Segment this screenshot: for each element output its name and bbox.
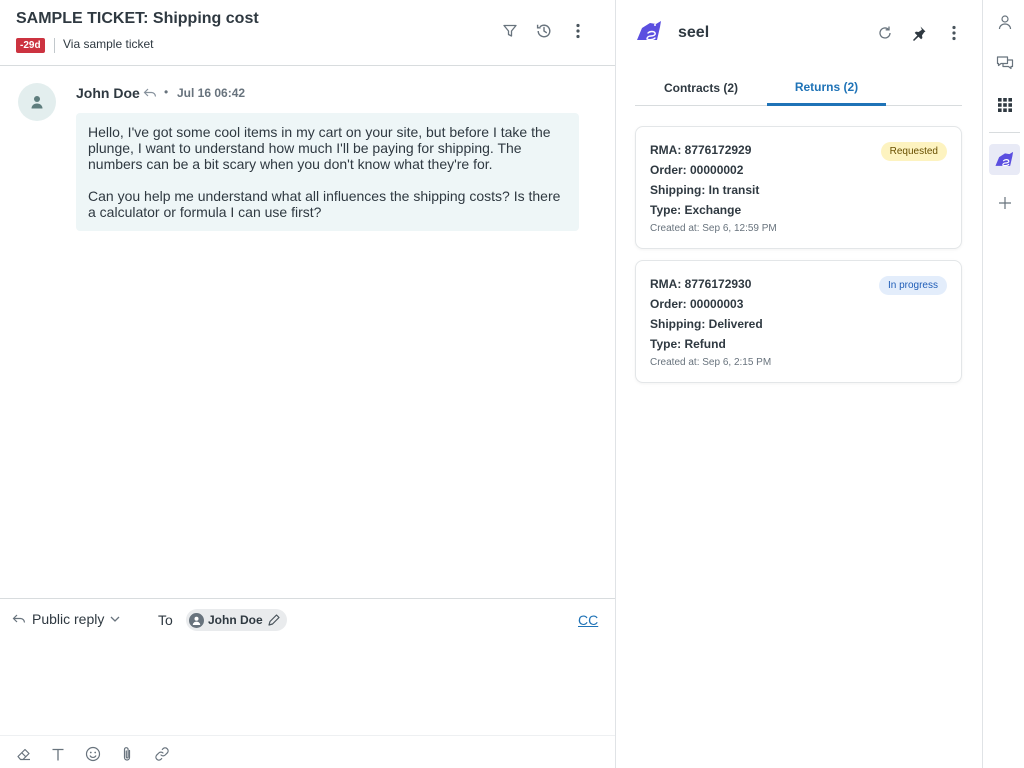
status-badge: Requested (880, 142, 947, 161)
message-body: Hello, I've got some cool items in my ca… (76, 113, 579, 231)
user-icon (189, 612, 204, 628)
seel-app-icon (994, 151, 1013, 166)
seel-app-panel: seel Contracts (2) Returns (2) RMA: 8776… (617, 0, 982, 768)
more-vertical-icon[interactable] (943, 22, 965, 44)
app-name: seel (678, 24, 710, 41)
seel-logo-icon (637, 21, 661, 41)
rail-divider (989, 132, 1020, 133)
link-icon[interactable] (153, 745, 171, 763)
rail-add-button[interactable] (989, 187, 1020, 218)
context-rail (982, 0, 1024, 768)
user-icon (31, 96, 43, 109)
shipping-status: Shipping: In transit (650, 183, 760, 197)
avatar (18, 83, 56, 121)
cc-link[interactable]: CC (578, 612, 598, 628)
tab-contracts[interactable]: Contracts (2) (635, 70, 767, 106)
ticket-channel: Via sample ticket (63, 37, 154, 51)
return-card[interactable]: RMA: 8776172930 Order: 00000003 Shipping… (635, 260, 962, 383)
return-type: Type: Refund (650, 337, 726, 351)
text-format-icon[interactable] (49, 745, 67, 763)
meta-separator: • (164, 85, 169, 99)
order-number: Order: 00000002 (650, 163, 744, 177)
chevron-down-icon (110, 616, 120, 622)
meta-divider (54, 38, 55, 53)
reply-type-label: Public reply (32, 611, 105, 627)
emoji-icon[interactable] (84, 745, 102, 763)
recipient-chip[interactable]: John Doe (186, 609, 287, 631)
rail-conversations-button[interactable] (989, 47, 1020, 78)
recipient-name: John Doe (208, 613, 263, 627)
shipping-status: Shipping: Delivered (650, 317, 763, 331)
order-number: Order: 00000003 (650, 297, 744, 311)
return-type: Type: Exchange (650, 203, 742, 217)
more-vertical-icon[interactable] (567, 20, 589, 42)
rail-seel-app-button[interactable] (989, 144, 1020, 175)
filter-icon[interactable] (499, 20, 521, 42)
message-timestamp[interactable]: Jul 16 06:42 (177, 86, 245, 100)
reply-arrow-icon (143, 86, 157, 104)
ticket-pane: SAMPLE TICKET: Shipping cost -29d Via sa… (0, 0, 616, 768)
message-paragraph: Hello, I've got some cool items in my ca… (88, 124, 551, 172)
refresh-icon[interactable] (874, 22, 896, 44)
message-paragraph: Can you help me understand what all infl… (88, 188, 561, 220)
rma-number: RMA: 8776172929 (650, 143, 752, 157)
message-author[interactable]: John Doe (76, 85, 140, 101)
history-icon[interactable] (533, 20, 555, 42)
status-badge: In progress (878, 276, 947, 295)
eraser-icon[interactable] (15, 745, 33, 763)
created-at: Created at: Sep 6, 12:59 PM (650, 223, 777, 234)
user-icon (998, 14, 1011, 29)
rail-apps-button[interactable] (989, 89, 1020, 120)
plus-icon (998, 196, 1011, 209)
apps-grid-icon (997, 97, 1012, 112)
tab-returns[interactable]: Returns (2) (767, 70, 886, 106)
reply-composer: Public reply To John Doe CC (0, 598, 615, 768)
reply-arrow-icon (12, 614, 26, 623)
created-at: Created at: Sep 6, 2:15 PM (650, 357, 772, 368)
app-root: SAMPLE TICKET: Shipping cost -29d Via sa… (0, 0, 1024, 768)
conversations-icon (996, 55, 1013, 69)
age-badge: -29d (16, 38, 45, 53)
to-label: To (158, 612, 173, 628)
pencil-icon[interactable] (267, 613, 281, 627)
reply-type-dropdown[interactable]: Public reply (12, 611, 120, 627)
rail-user-button[interactable] (989, 6, 1020, 37)
app-tabs: Contracts (2) Returns (2) (635, 70, 962, 106)
composer-toolbar (0, 735, 615, 768)
ticket-title: SAMPLE TICKET: Shipping cost (16, 10, 259, 27)
ticket-header: SAMPLE TICKET: Shipping cost -29d Via sa… (0, 0, 615, 66)
rma-number: RMA: 8776172930 (650, 277, 752, 291)
paperclip-icon[interactable] (118, 745, 136, 763)
return-card[interactable]: RMA: 8776172929 Order: 00000002 Shipping… (635, 126, 962, 249)
pin-icon[interactable] (908, 22, 930, 44)
